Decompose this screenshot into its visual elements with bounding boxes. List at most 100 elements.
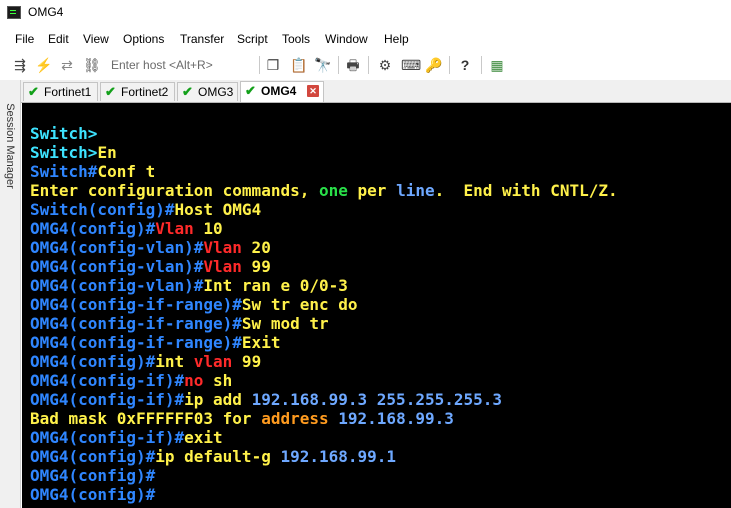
toolbar-separator	[259, 56, 260, 74]
menu-transfer[interactable]: Transfer	[180, 32, 224, 46]
terminal-line: Switch>	[30, 124, 97, 143]
terminal-text: 20	[241, 238, 271, 257]
tab-label: OMG4	[261, 84, 297, 98]
menu-script[interactable]: Script	[237, 32, 268, 46]
terminal-text: Vlan	[203, 257, 242, 276]
tab-fortinet2[interactable]: ✔ Fortinet2	[100, 82, 175, 101]
terminal-line: Switch(config)#Host OMG4	[30, 200, 261, 219]
terminal-line: OMG4(config-if)#no sh	[30, 371, 232, 390]
toolbar-separator	[338, 56, 339, 74]
terminal-text: ip add	[184, 390, 252, 409]
terminal-text: OMG4(config)#	[30, 447, 156, 466]
connected-check-icon: ✔	[28, 84, 39, 99]
terminal-line: OMG4(config)#ip default-g 192.168.99.1	[30, 447, 396, 466]
close-tab-icon[interactable]: ✕	[307, 85, 319, 97]
tab-fortinet1[interactable]: ✔ Fortinet1	[23, 82, 98, 101]
terminal-text: Vlan	[203, 238, 242, 257]
terminal-text: 10	[193, 219, 223, 238]
terminal-line: OMG4(config-if)#ip add 192.168.99.3 255.…	[30, 390, 502, 409]
terminal-text: 192.168.99.1	[280, 447, 397, 466]
session-tab-bar: ✔ Fortinet1 ✔ Fortinet2 ✔ OMG3 ✔ OMG4 ✕	[21, 80, 731, 103]
securecrt-app-icon	[7, 6, 21, 19]
terminal-text: Vlan	[155, 219, 194, 238]
terminal-output[interactable]: Switch> Switch>En Switch#Conf t Enter confi…	[22, 103, 731, 508]
terminal-text: vlan	[193, 352, 233, 371]
menu-edit[interactable]: Edit	[48, 32, 69, 46]
terminal-line: Switch#Conf t	[30, 162, 155, 181]
terminal-text: per	[347, 181, 397, 200]
settings-gear-icon[interactable]: ⚙	[377, 57, 393, 73]
terminal-text: address	[261, 409, 329, 428]
menu-tools[interactable]: Tools	[282, 32, 310, 46]
terminal-line: OMG4(config)#	[30, 485, 155, 504]
terminal-text: Sw mod tr	[241, 314, 329, 333]
find-icon[interactable]: 🔭	[314, 57, 331, 73]
terminal-line: OMG4(config-vlan)#Vlan 99	[30, 257, 271, 276]
terminal-text: Switch>	[30, 143, 98, 162]
menu-view[interactable]: View	[83, 32, 109, 46]
print-icon[interactable]: 🖶	[345, 57, 361, 73]
terminal-text: 192.168.99.3	[338, 409, 454, 428]
session-manager-panel[interactable]: Session Manager	[0, 80, 21, 508]
tab-omg4[interactable]: ✔ OMG4 ✕	[240, 81, 324, 102]
terminal-text: one	[318, 181, 348, 200]
terminal-line: Enter configuration commands, one per li…	[30, 181, 618, 200]
menu-window[interactable]: Window	[325, 32, 368, 46]
tab-label: OMG3	[198, 85, 234, 99]
terminal-line: OMG4(config-if-range)#Sw mod tr	[30, 314, 329, 333]
key-icon[interactable]: 🔑	[425, 57, 442, 73]
copy-icon[interactable]: ❐	[265, 57, 281, 73]
menu-help[interactable]: Help	[384, 32, 409, 46]
terminal-text: Conf t	[97, 162, 156, 181]
disconnect-icon[interactable]: ⛓	[83, 57, 101, 73]
terminal-text: OMG4(config-vlan)#	[30, 238, 204, 257]
tab-label: Fortinet2	[121, 85, 169, 99]
menu-options[interactable]: Options	[123, 32, 164, 46]
title-bar: OMG4	[0, 0, 731, 27]
menu-file[interactable]: File	[15, 32, 34, 46]
terminal-text: Exit	[241, 333, 281, 352]
session-manager-label[interactable]: Session Manager	[4, 96, 16, 196]
terminal-text: exit	[184, 428, 223, 447]
terminal-text: 99	[232, 352, 262, 371]
keymap-icon[interactable]: ⌨	[401, 57, 421, 73]
terminal-line: OMG4(config-vlan)#Vlan 20	[30, 238, 271, 257]
terminal-line: Bad mask 0xFFFFFF03 for address 192.168.…	[30, 409, 454, 428]
enter-host-input[interactable]	[107, 56, 263, 74]
toolbar-separator	[368, 56, 369, 74]
toolbar: ⇶ ⚡ ⇄ ⛓ ❐ 📋 🔭 🖶 ⚙ ⌨ 🔑 ? ▦	[0, 53, 731, 77]
terminal-line: OMG4(config)#	[30, 466, 155, 485]
sftp-icon[interactable]: ▦	[489, 57, 505, 73]
terminal-text: line	[396, 181, 435, 200]
connected-check-icon: ✔	[182, 84, 193, 99]
quick-connect-icon[interactable]: ⚡	[35, 57, 52, 73]
help-icon[interactable]: ?	[457, 57, 473, 73]
terminal-text: ip default-g	[155, 447, 281, 466]
connect-bar-icon[interactable]: ⇶	[12, 57, 28, 73]
terminal-line: OMG4(config)#Vlan 10	[30, 219, 223, 238]
terminal-text: OMG4(config)#	[30, 485, 156, 504]
menu-bar: File Edit View Options Transfer Script T…	[0, 29, 731, 51]
tab-omg3[interactable]: ✔ OMG3	[177, 82, 238, 101]
terminal-text: OMG4(config-if-range)#	[30, 333, 242, 352]
toolbar-separator	[449, 56, 450, 74]
terminal-text: OMG4(config-vlan)#	[30, 257, 204, 276]
terminal-line: Switch>En	[30, 143, 117, 162]
terminal-text: OMG4(config-vlan)#	[30, 276, 204, 295]
terminal-text: OMG4(config)#	[30, 466, 156, 485]
terminal-text: int	[155, 352, 194, 371]
terminal-text: OMG4(config-if)#	[30, 371, 185, 390]
terminal-text: . End with CNTL/Z.	[434, 181, 618, 200]
terminal-text: Switch>	[30, 124, 98, 143]
terminal-text: 99	[241, 257, 271, 276]
reconnect-icon[interactable]: ⇄	[59, 57, 75, 73]
tab-label: Fortinet1	[44, 85, 92, 99]
terminal-text: Sw tr enc do	[241, 295, 358, 314]
terminal-text: Switch(config)#	[30, 200, 175, 219]
paste-icon[interactable]: 📋	[290, 57, 307, 73]
terminal-line: OMG4(config-if)#exit	[30, 428, 223, 447]
terminal-text: Host OMG4	[174, 200, 262, 219]
window-title: OMG4	[28, 5, 64, 19]
terminal-text: OMG4(config-if-range)#	[30, 295, 242, 314]
